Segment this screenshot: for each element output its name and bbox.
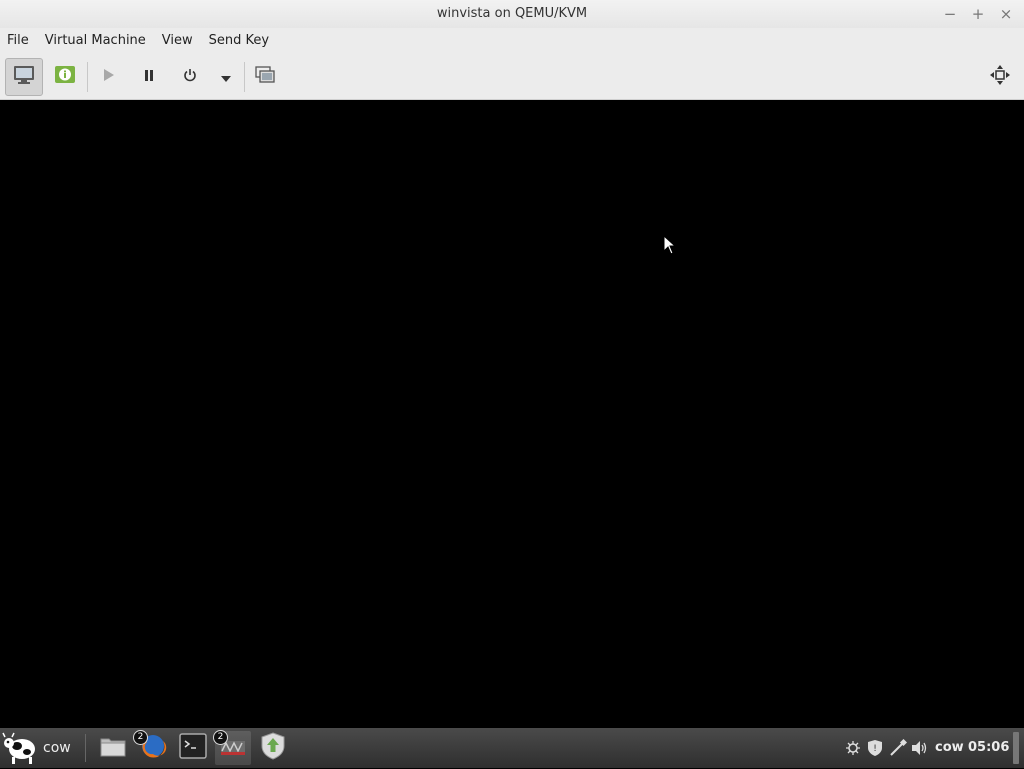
dropdown-arrow-icon xyxy=(220,68,232,87)
toolbar-separator xyxy=(244,62,245,92)
minimize-button[interactable]: − xyxy=(940,4,960,24)
menu-virtual-machine[interactable]: Virtual Machine xyxy=(37,28,154,54)
close-button[interactable]: × xyxy=(996,4,1016,24)
network-tray-icon[interactable] xyxy=(844,738,862,758)
maximize-button[interactable]: + xyxy=(968,4,988,24)
run-button[interactable] xyxy=(89,58,127,96)
virt-manager-window-count-badge: 2 xyxy=(213,730,228,745)
volume-tray-icon[interactable] xyxy=(911,738,929,758)
shutdown-button[interactable] xyxy=(171,58,209,96)
wired-connection-tray-icon[interactable] xyxy=(889,738,907,758)
clock-label[interactable]: 05:06 xyxy=(968,740,1009,755)
snapshots-button[interactable] xyxy=(246,58,284,96)
user-name-label[interactable]: cow xyxy=(935,740,964,755)
menu-bar: File Virtual Machine View Send Key xyxy=(0,28,1024,54)
taskbar: cow 2 2 ! cow 05:06 xyxy=(0,728,1024,768)
pause-button[interactable] xyxy=(130,58,168,96)
run-icon xyxy=(100,67,116,87)
menu-file[interactable]: File xyxy=(0,28,37,54)
taskbar-files[interactable] xyxy=(95,731,131,765)
start-menu-button[interactable]: cow xyxy=(2,731,78,765)
details-icon xyxy=(53,64,77,90)
shutdown-menu-button[interactable] xyxy=(212,58,240,96)
fullscreen-button[interactable] xyxy=(981,58,1019,96)
show-details-button[interactable] xyxy=(46,58,84,96)
power-icon xyxy=(182,67,198,87)
menu-view[interactable]: View xyxy=(154,28,201,54)
taskbar-separator xyxy=(85,734,86,762)
show-console-button[interactable] xyxy=(5,58,43,96)
cow-logo-icon xyxy=(2,731,40,765)
files-icon xyxy=(99,734,127,762)
console-icon xyxy=(12,64,36,90)
mouse-pointer-icon xyxy=(663,235,677,255)
firefox-window-count-badge: 2 xyxy=(133,730,148,745)
update-shield-tray-icon[interactable]: ! xyxy=(866,738,884,758)
taskbar-virt-manager[interactable]: 2 xyxy=(213,730,251,765)
svg-text:!: ! xyxy=(873,744,877,754)
taskbar-update-manager[interactable] xyxy=(255,731,291,765)
title-bar[interactable]: winvista on QEMU/KVM − + × xyxy=(0,0,1024,28)
toolbar xyxy=(0,54,1024,100)
toolbar-separator xyxy=(87,62,88,92)
pause-icon xyxy=(141,67,157,87)
taskbar-terminal[interactable] xyxy=(175,731,211,765)
update-manager-icon xyxy=(260,732,286,764)
vm-console-display[interactable] xyxy=(0,100,1024,728)
vm-viewer-window: winvista on QEMU/KVM − + × File Virtual … xyxy=(0,0,1024,728)
window-title: winvista on QEMU/KVM xyxy=(436,6,588,21)
show-desktop-button[interactable] xyxy=(1013,732,1019,764)
start-menu-label: cow xyxy=(43,740,71,756)
fullscreen-icon xyxy=(990,65,1010,89)
taskbar-firefox[interactable]: 2 xyxy=(133,730,171,765)
menu-send-key[interactable]: Send Key xyxy=(201,28,277,54)
terminal-icon xyxy=(179,733,207,763)
snapshots-icon xyxy=(254,65,276,89)
